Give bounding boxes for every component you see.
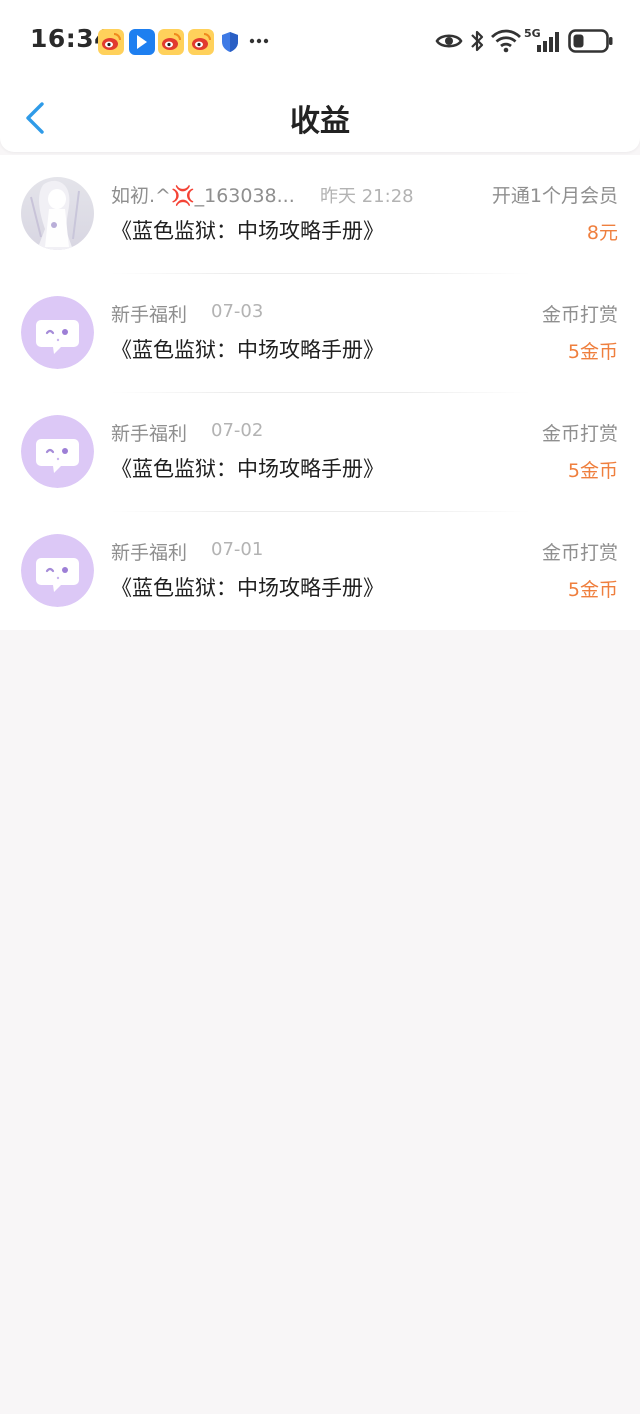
book-title: 《蓝色监狱：中场攻略手册》 xyxy=(111,338,384,362)
wifi-icon xyxy=(491,29,521,53)
income-type: 金币打赏 xyxy=(541,304,618,326)
record-date: 07-02 xyxy=(211,420,264,441)
more-icon xyxy=(249,38,269,44)
eye-icon xyxy=(435,34,463,48)
record-date: 昨天 21:28 xyxy=(320,186,414,207)
user-name: 新手福利 xyxy=(111,542,188,564)
bluetooth-icon xyxy=(471,30,484,52)
app-icon xyxy=(129,29,155,55)
record-date: 07-03 xyxy=(211,301,264,322)
earnings-list: 如初.^💢_163038... 昨天 21:28 《蓝色监狱：中场攻略手册》 开… xyxy=(0,155,640,630)
status-bar: 16:34 5G xyxy=(0,0,640,82)
income-amount: 8元 xyxy=(586,222,618,244)
user-name: 新手福利 xyxy=(111,304,188,326)
list-item[interactable]: 如初.^💢_163038... 昨天 21:28 《蓝色监狱：中场攻略手册》 开… xyxy=(0,155,640,274)
book-title: 《蓝色监狱：中场攻略手册》 xyxy=(111,576,384,600)
chat-bubble-avatar xyxy=(21,534,94,607)
book-title: 《蓝色监狱：中场攻略手册》 xyxy=(111,219,384,243)
income-amount: 5金币 xyxy=(567,579,618,601)
user-name: 新手福利 xyxy=(111,423,188,445)
chat-bubble-avatar xyxy=(21,296,94,369)
chat-bubble-avatar xyxy=(21,415,94,488)
income-type: 金币打赏 xyxy=(541,542,618,564)
list-item[interactable]: 新手福利 07-03 《蓝色监狱：中场攻略手册》 金币打赏 5金币 xyxy=(0,274,640,393)
list-item[interactable]: 新手福利 07-02 《蓝色监狱：中场攻略手册》 金币打赏 5金币 xyxy=(0,393,640,512)
battery-icon xyxy=(568,29,613,53)
signal-icon xyxy=(537,32,559,52)
income-type: 开通1个月会员 xyxy=(491,185,618,207)
list-item[interactable]: 新手福利 07-01 《蓝色监狱：中场攻略手册》 金币打赏 5金币 xyxy=(0,512,640,631)
page-title: 收益 xyxy=(290,104,350,139)
shield-icon xyxy=(222,32,238,52)
user-avatar xyxy=(21,177,94,250)
user-name: 如初.^💢_163038... xyxy=(111,185,295,207)
income-type: 金币打赏 xyxy=(541,423,618,445)
income-amount: 5金币 xyxy=(567,460,618,482)
weibo-icon xyxy=(98,29,124,55)
weibo-icon xyxy=(158,29,184,55)
record-date: 07-01 xyxy=(211,539,264,560)
weibo-icon xyxy=(188,29,214,55)
book-title: 《蓝色监狱：中场攻略手册》 xyxy=(111,457,384,481)
income-amount: 5金币 xyxy=(567,341,618,363)
top-bar: 16:34 5G 收益 xyxy=(0,0,640,152)
